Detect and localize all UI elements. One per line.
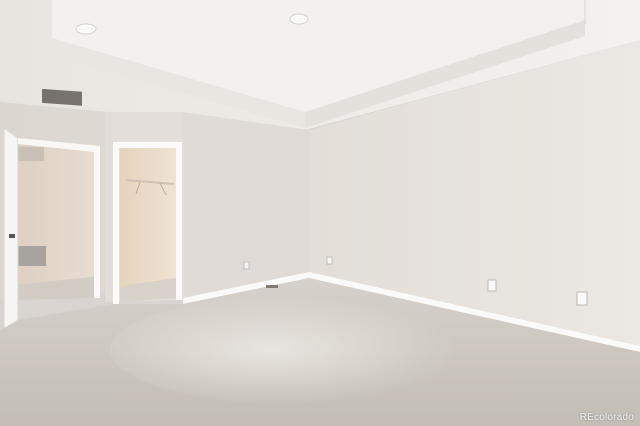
room-illustration xyxy=(0,0,640,426)
ceiling-light-right xyxy=(289,13,309,25)
outlet-back-wall-2 xyxy=(326,256,333,265)
open-door xyxy=(3,127,19,331)
carpet-light-patch xyxy=(110,295,490,405)
back-wall-center xyxy=(183,112,309,300)
hallway-window-vent xyxy=(18,147,44,161)
hallway-opening xyxy=(15,140,100,300)
room-photo: REcolorado xyxy=(0,0,640,426)
outlet-right-wall-2 xyxy=(576,291,588,306)
ceiling-light-left xyxy=(75,23,97,35)
door-handle xyxy=(9,234,15,238)
floor-vent xyxy=(266,285,278,288)
hallway-floor-vent xyxy=(18,246,46,266)
outlet-right-wall xyxy=(487,279,497,292)
outlet-back-wall xyxy=(243,261,250,270)
ceiling-vent xyxy=(42,88,82,106)
closet-opening xyxy=(120,147,176,302)
watermark-text: REcolorado xyxy=(579,412,634,423)
